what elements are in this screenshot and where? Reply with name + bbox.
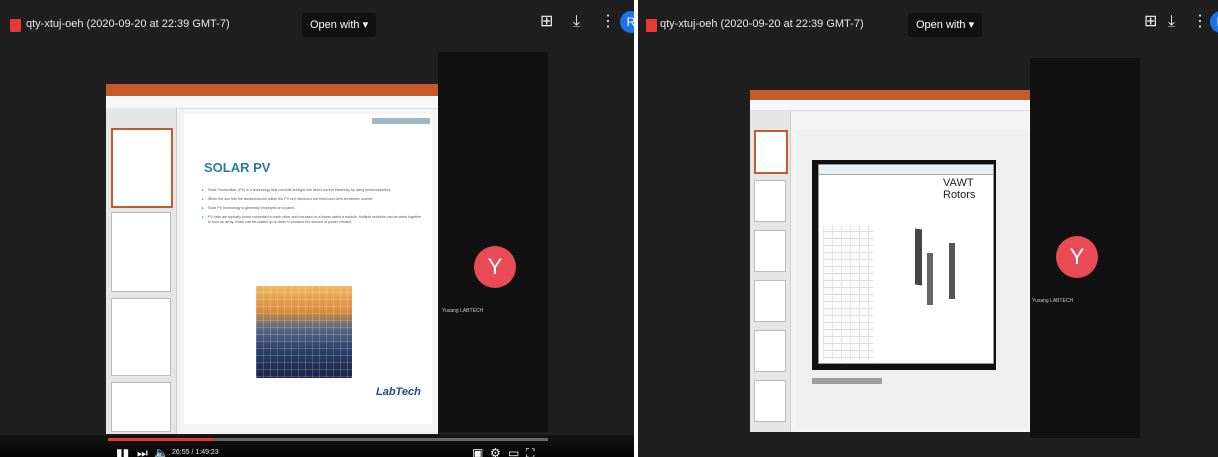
thumbnail-2[interactable]: [111, 212, 171, 292]
open-with-button[interactable]: Open with ▾: [908, 13, 983, 37]
bullet-item: When the sun hits the semiconductor with…: [202, 197, 424, 202]
file-icon: [646, 19, 657, 32]
captions-icon[interactable]: ▣: [472, 446, 483, 457]
thumbnail-6[interactable]: [754, 380, 786, 422]
presentation-window: SOLAR PV Solar Photovoltaic (PV) is a te…: [106, 84, 438, 434]
file-title: qty-xtuj-oeh (2020-09-20 at 22:39 GMT-7): [26, 18, 230, 30]
slide-thumbnails: [750, 110, 791, 432]
video-progress-fill: [108, 438, 214, 441]
vawt-title: VAWT Rotors: [943, 177, 976, 201]
thumbnail-5[interactable]: [754, 330, 786, 372]
presentation-window: VAWT Rotors: [750, 90, 1030, 432]
thumbnail-3[interactable]: [754, 230, 786, 272]
fullscreen-icon[interactable]: ⛶: [526, 446, 534, 457]
slide-accent-bar: [372, 118, 430, 124]
embedded-seek-bar[interactable]: [812, 378, 882, 384]
theater-icon[interactable]: ▭: [508, 446, 519, 457]
solar-panel-image: [256, 286, 352, 378]
thumbnail-1[interactable]: [754, 130, 788, 174]
vawt-toolbar: [819, 165, 993, 175]
participant-panel: Y Yusang LABTECH: [438, 52, 548, 432]
more-vert-icon[interactable]: ⋮: [600, 13, 616, 31]
vawt-app-window: VAWT Rotors: [818, 164, 994, 364]
video-progress[interactable]: [108, 438, 548, 441]
ppt-title-bar: [750, 90, 1030, 100]
slide-bullets: Solar Photovoltaic (PV) is a technology …: [202, 188, 424, 229]
thumbnail-2[interactable]: [754, 180, 786, 222]
file-title: qty-xtuj-oeh (2020-09-20 at 22:39 GMT-7): [660, 18, 864, 30]
volume-icon[interactable]: 🔈: [154, 446, 169, 457]
thumbnail-3[interactable]: [111, 298, 171, 376]
participant-name: Yusang LABTECH: [1032, 298, 1074, 304]
video-time: 26:55 / 1:49:23: [172, 449, 219, 456]
thumbnail-4[interactable]: [754, 280, 786, 322]
viewer-toolbar: qty-xtuj-oeh (2020-09-20 at 22:39 GMT-7)…: [638, 0, 1218, 46]
participant-name: Yusang LABTECH: [442, 308, 484, 314]
slide-thumbnails: [106, 108, 177, 434]
viewer-toolbar: qty-xtuj-oeh (2020-09-20 at 22:39 GMT-7)…: [0, 0, 634, 46]
rotor-blade-2: [927, 253, 933, 305]
thumbnail-4[interactable]: [111, 382, 171, 432]
gear-icon[interactable]: ⚙: [490, 446, 501, 457]
download-icon[interactable]: ⤓: [1168, 13, 1175, 31]
thumbnail-1[interactable]: [111, 128, 173, 208]
rotor-blade-3: [949, 243, 955, 299]
open-with-button[interactable]: Open with ▾: [302, 13, 377, 37]
vawt-data-table: [823, 225, 873, 361]
bullet-item: PV cells are typically found connected t…: [202, 215, 424, 225]
add-to-drive-icon[interactable]: ⊞: [540, 13, 553, 31]
participant-avatar: Y: [474, 246, 516, 288]
bullet-item: Solar Photovoltaic (PV) is a technology …: [202, 188, 424, 193]
rotor-blade-1: [915, 228, 922, 286]
slide-title: SOLAR PV: [204, 160, 271, 175]
participant-avatar: Y: [1056, 236, 1098, 278]
participant-panel: Y Yusang LABTECH: [1030, 58, 1140, 438]
next-icon[interactable]: ⏭: [137, 446, 148, 457]
ppt-menu-bar: [750, 100, 1030, 111]
download-icon[interactable]: ⤓: [573, 13, 580, 31]
play-icon[interactable]: ▮▮: [116, 446, 129, 457]
right-viewer: qty-xtuj-oeh (2020-09-20 at 22:39 GMT-7)…: [638, 0, 1218, 457]
more-vert-icon[interactable]: ⋮: [1192, 13, 1208, 31]
slide-canvas: SOLAR PV Solar Photovoltaic (PV) is a te…: [184, 114, 432, 424]
ppt-title-bar: [106, 84, 438, 96]
file-icon: [10, 19, 21, 32]
left-viewer: qty-xtuj-oeh (2020-09-20 at 22:39 GMT-7)…: [0, 0, 634, 457]
add-to-drive-icon[interactable]: ⊞: [1144, 13, 1157, 31]
slide-canvas: VAWT Rotors: [796, 130, 1026, 428]
account-avatar[interactable]: R: [620, 11, 634, 33]
labtech-logo: LabTech: [376, 386, 421, 398]
account-avatar[interactable]: R: [1210, 11, 1218, 33]
bullet-item: Solar PV technology is generally employe…: [202, 206, 424, 211]
